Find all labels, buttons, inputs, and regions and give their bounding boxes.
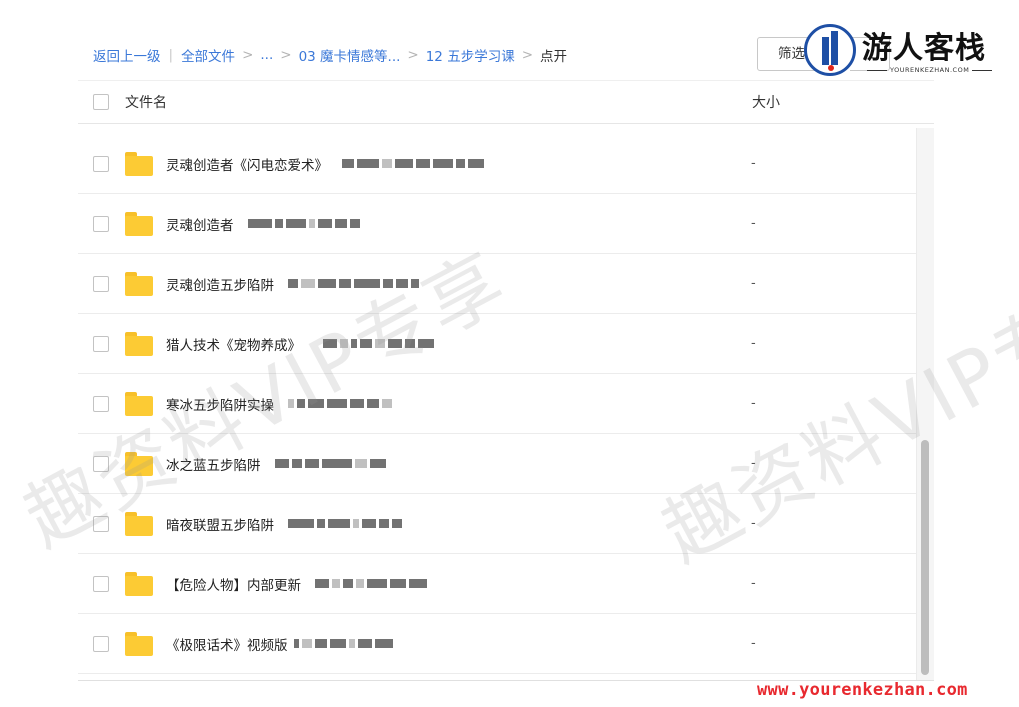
file-name[interactable]: 暗夜联盟五步陷阱 — [166, 514, 274, 534]
scrollbar-thumb[interactable] — [921, 440, 929, 675]
file-name[interactable]: 冰之蓝五步陷阱 — [166, 454, 261, 474]
site-url-watermark: www.yourenkezhan.com — [757, 680, 968, 700]
table-row[interactable]: 暗夜联盟五步陷阱 - — [78, 494, 916, 554]
row-checkbox[interactable] — [93, 635, 109, 652]
file-name[interactable]: 灵魂创造者《闪电恋爱术》 — [166, 154, 328, 174]
folder-icon — [125, 631, 153, 656]
breadcrumb-separator: > — [242, 47, 254, 63]
size-column-header[interactable]: 大小 — [752, 92, 780, 112]
file-table-header: 文件名 大小 — [78, 80, 934, 124]
row-checkbox[interactable] — [93, 275, 109, 292]
blurred-text — [288, 517, 402, 531]
logo-title: 游人客栈 — [862, 31, 986, 66]
file-size: - — [751, 516, 756, 531]
breadcrumb-level1[interactable]: 03 魔卡情感等... — [299, 45, 401, 65]
breadcrumb-ellipsis[interactable]: ... — [260, 47, 273, 63]
logo-subtitle: YOURENKEZHAN.COM — [864, 66, 995, 74]
file-name[interactable]: 灵魂创造五步陷阱 — [166, 274, 274, 294]
file-list: 灵魂创造者《闪电恋爱术》 - 灵魂创造者 - 灵魂创造五步陷阱 - 猎人技术《宠… — [78, 134, 916, 680]
folder-icon — [125, 391, 153, 416]
row-checkbox[interactable] — [93, 335, 109, 352]
breadcrumb-separator: > — [280, 47, 292, 63]
file-size: - — [751, 336, 756, 351]
table-row[interactable]: 寒冰五步陷阱实操 - — [78, 374, 916, 434]
breadcrumb-separator: > — [521, 47, 534, 63]
blurred-text — [247, 217, 360, 231]
folder-icon — [125, 511, 153, 536]
table-row[interactable]: 灵魂创造者《闪电恋爱术》 - — [78, 134, 916, 194]
row-checkbox[interactable] — [93, 575, 109, 592]
file-name[interactable]: 猎人技术《宠物养成》 — [166, 334, 301, 354]
file-name[interactable]: 【危险人物】内部更新 — [166, 574, 301, 594]
blurred-text — [315, 577, 427, 591]
breadcrumb-separator: > — [407, 47, 419, 63]
select-all-checkbox[interactable] — [93, 94, 109, 110]
table-row[interactable]: 灵魂创造者 - — [78, 194, 916, 254]
blurred-text — [288, 397, 392, 411]
file-size: - — [751, 636, 756, 651]
folder-icon — [125, 211, 153, 236]
file-name[interactable]: 《极限话术》视频版 — [166, 634, 288, 654]
file-size: - — [751, 576, 756, 591]
breadcrumb-all-files[interactable]: 全部文件 — [181, 45, 235, 65]
blurred-text — [342, 157, 484, 171]
file-name[interactable]: 灵魂创造者 — [166, 214, 234, 234]
folder-icon — [125, 151, 153, 176]
folder-icon — [125, 271, 153, 296]
file-size: - — [751, 456, 756, 471]
back-link[interactable]: 返回上一级 — [93, 45, 161, 65]
table-row[interactable]: 冰之蓝五步陷阱 - — [78, 434, 916, 494]
blurred-text — [274, 457, 386, 471]
name-column-header[interactable]: 文件名 — [125, 92, 167, 112]
breadcrumb-current: 点开 — [540, 49, 568, 65]
row-checkbox[interactable] — [93, 155, 109, 172]
site-logo: 游人客栈 YOURENKEZHAN.COM — [804, 22, 1004, 80]
file-size: - — [751, 276, 756, 291]
table-row[interactable]: 灵魂创造五步陷阱 - — [78, 254, 916, 314]
logo-mark-icon — [804, 24, 856, 76]
row-checkbox[interactable] — [93, 455, 109, 472]
breadcrumb-level2[interactable]: 12 五步学习课 — [426, 45, 515, 65]
table-row[interactable]: 《极限话术》视频版 - — [78, 614, 916, 674]
row-checkbox[interactable] — [93, 215, 109, 232]
file-size: - — [751, 156, 756, 171]
table-row[interactable]: 猎人技术《宠物养成》 - — [78, 314, 916, 374]
folder-icon — [125, 571, 153, 596]
vertical-scrollbar[interactable] — [916, 128, 934, 680]
folder-icon — [125, 331, 153, 356]
file-size: - — [751, 396, 756, 411]
table-row[interactable]: 【危险人物】内部更新 - — [78, 554, 916, 614]
blurred-text — [323, 337, 434, 351]
breadcrumb-divider: | — [168, 47, 174, 63]
file-size: - — [751, 216, 756, 231]
blurred-text — [293, 637, 393, 651]
row-checkbox[interactable] — [93, 395, 109, 412]
row-checkbox[interactable] — [93, 515, 109, 532]
folder-icon — [125, 451, 153, 476]
breadcrumb: 返回上一级 | 全部文件 > ... > 03 魔卡情感等... > 12 五步… — [93, 44, 567, 66]
file-name[interactable]: 寒冰五步陷阱实操 — [166, 394, 274, 414]
blurred-text — [288, 277, 419, 291]
